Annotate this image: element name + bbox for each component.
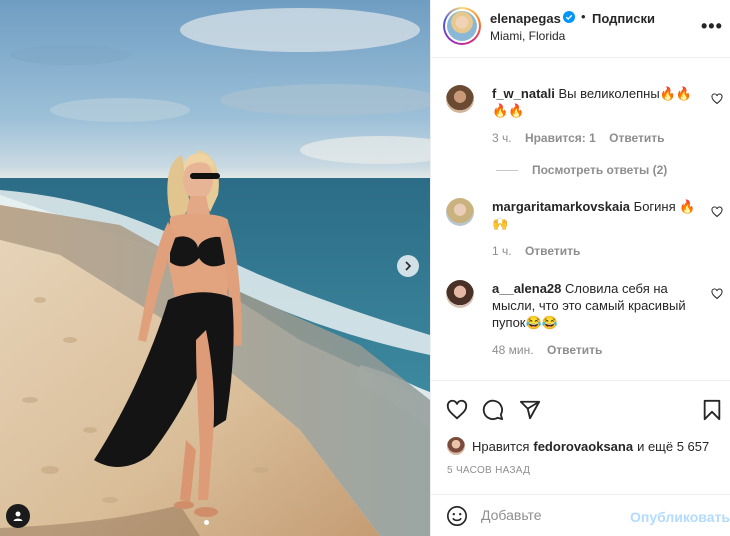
- heart-icon[interactable]: [711, 288, 723, 300]
- post-photo[interactable]: [0, 0, 430, 536]
- header-separator: •: [581, 9, 586, 24]
- comment-time[interactable]: 48 мин.: [492, 343, 534, 357]
- carousel-dot-active: [204, 520, 209, 525]
- commenter-avatar[interactable]: [446, 198, 474, 226]
- comment-time[interactable]: 3 ч.: [492, 131, 512, 145]
- liker-avatar[interactable]: [447, 437, 465, 455]
- reply-button[interactable]: Ответить: [609, 131, 664, 145]
- reply-button[interactable]: Ответить: [547, 343, 602, 357]
- commenter-username[interactable]: f_w_natali: [492, 86, 555, 101]
- paper-plane-icon[interactable]: [519, 399, 541, 421]
- user-tag-icon: [13, 511, 23, 521]
- comment-meta: 1 ч. Ответить: [492, 244, 590, 258]
- author-username[interactable]: elenapegas: [490, 11, 561, 26]
- chevron-right-icon: [405, 261, 412, 271]
- add-comment-bar: Опубликовать: [431, 494, 730, 536]
- likes-summary[interactable]: Нравится fedorovaoksana и ещё 5 657: [447, 437, 709, 455]
- likes-prefix: Нравится: [472, 438, 530, 454]
- commenter-avatar[interactable]: [446, 280, 474, 308]
- post-timestamp[interactable]: 5 ЧАСОВ НАЗАД: [447, 465, 530, 476]
- liker-username[interactable]: fedorovaoksana: [533, 439, 633, 454]
- more-options-button[interactable]: •••: [701, 16, 723, 37]
- tagged-users-button[interactable]: [6, 504, 30, 528]
- comment-meta: 3 ч. Нравится: 1 Ответить: [492, 131, 675, 145]
- replies-divider: [496, 170, 518, 172]
- post-header: elenapegas • Подписки Miami, Florida •••: [431, 0, 730, 58]
- view-replies-button[interactable]: Посмотреть ответы (2): [496, 163, 667, 177]
- following-button[interactable]: Подписки: [592, 11, 655, 26]
- post-location[interactable]: Miami, Florida: [490, 29, 565, 43]
- view-replies-label: Посмотреть ответы (2): [532, 163, 668, 177]
- comments-list[interactable]: f_w_natali Вы великолепны🔥🔥🔥🔥 3 ч. Нрави…: [431, 58, 730, 380]
- likes-count[interactable]: и ещё 5 657: [637, 439, 709, 454]
- comment-body: margaritamarkovskaia Богиня 🔥🙌: [492, 198, 702, 232]
- reply-button[interactable]: Ответить: [525, 244, 580, 258]
- beach-photo-scene: [0, 8, 430, 536]
- commenter-username[interactable]: a__alena28: [492, 281, 561, 296]
- comment-body: a__alena28 Словила себя на мысли, что эт…: [492, 280, 702, 331]
- next-photo-button[interactable]: [397, 255, 419, 277]
- comment-body: f_w_natali Вы великолепны🔥🔥🔥🔥: [492, 85, 702, 119]
- comment-icon[interactable]: [482, 399, 504, 421]
- publish-button[interactable]: Опубликовать: [630, 509, 730, 525]
- bookmark-icon[interactable]: [702, 399, 722, 421]
- heart-icon[interactable]: [446, 399, 468, 421]
- heart-icon[interactable]: [711, 206, 723, 218]
- post-side-panel: elenapegas • Подписки Miami, Florida •••…: [430, 0, 730, 536]
- comment-meta: 48 мин. Ответить: [492, 343, 612, 357]
- author-avatar[interactable]: [443, 7, 481, 45]
- smiley-icon[interactable]: [446, 505, 468, 527]
- verified-badge-icon: [563, 11, 575, 23]
- commenter-avatar[interactable]: [446, 85, 474, 113]
- heart-icon[interactable]: [711, 93, 723, 105]
- commenter-username[interactable]: margaritamarkovskaia: [492, 199, 630, 214]
- comment-time[interactable]: 1 ч.: [492, 244, 512, 258]
- post-actions-bar: [431, 380, 730, 440]
- comment-likes-count[interactable]: Нравится: 1: [525, 131, 596, 145]
